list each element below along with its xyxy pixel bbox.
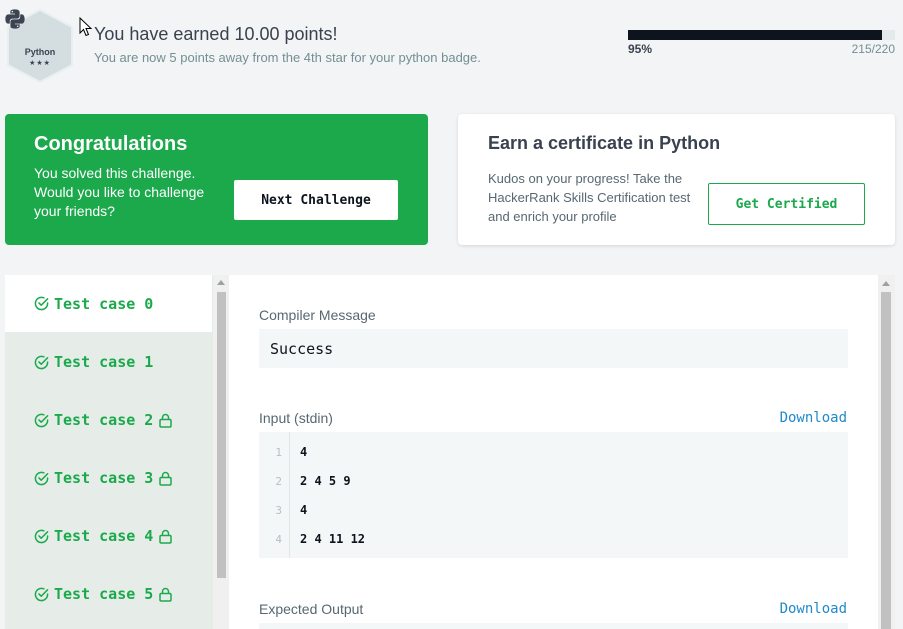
test-case-5-tab[interactable]: Test case 5 (5, 565, 212, 623)
test-case-1-tab[interactable]: Test case 1 (5, 333, 212, 391)
test-case-sidebar: Test case 0 Test case 1 Test case 2 Test… (5, 275, 229, 629)
test-case-label: Test case 5 (54, 585, 154, 603)
compiler-message-label: Compiler Message (259, 307, 376, 323)
test-case-label: Test case 3 (54, 469, 154, 487)
test-case-0-tab[interactable]: Test case 0 (5, 275, 212, 332)
input-line: 4 (300, 503, 308, 517)
lock-icon (159, 587, 173, 602)
test-result-panel: Compiler Message Success Input (stdin) D… (229, 275, 878, 629)
badge-progress-fill (628, 30, 882, 40)
next-challenge-button[interactable]: Next Challenge (234, 180, 398, 220)
mouse-cursor-icon (79, 17, 93, 37)
scroll-up-arrow-icon[interactable] (217, 280, 225, 285)
python-badge: Python ★★★ (4, 8, 76, 84)
test-case-label: Test case 1 (54, 353, 154, 371)
scroll-up-arrow-icon[interactable] (882, 281, 890, 286)
check-circle-icon (34, 587, 49, 601)
result-panel-scrollbar[interactable] (878, 275, 895, 629)
lock-icon (159, 529, 173, 544)
certificate-card: Earn a certificate in Python Kudos on yo… (458, 114, 895, 245)
test-case-4-tab[interactable]: Test case 4 (5, 507, 212, 565)
certificate-description: Kudos on your progress! Take the HackerR… (488, 171, 691, 224)
result-panel-scrollbar-thumb[interactable] (881, 292, 891, 629)
check-circle-icon (34, 471, 49, 485)
points-earned-title: You have earned 10.00 points! (94, 24, 338, 44)
compiler-message-box: Success (259, 329, 848, 368)
input-line: 2 4 11 12 (300, 532, 366, 546)
congratulations-title: Congratulations (34, 133, 188, 155)
check-circle-icon (34, 296, 49, 311)
line-number: 2 (275, 475, 282, 488)
input-label: Input (stdin) (259, 410, 333, 426)
expected-output-label: Expected Output (259, 601, 364, 617)
badge-stars: ★★★ (29, 60, 51, 67)
check-circle-icon (34, 355, 49, 369)
badge-name: Python (24, 47, 56, 57)
python-logo-icon (5, 9, 25, 29)
congratulations-card: Congratulations You solved this challeng… (5, 114, 428, 245)
badge-progress-bar (628, 30, 895, 40)
line-number: 3 (275, 504, 282, 517)
input-download-link[interactable]: Download (780, 410, 847, 426)
progress-count: 215/220 (851, 42, 895, 56)
certificate-title: Earn a certificate in Python (488, 133, 721, 153)
expected-output-download-link[interactable]: Download (780, 601, 847, 617)
get-certified-button[interactable]: Get Certified (708, 183, 865, 225)
expected-output-box (259, 623, 848, 629)
line-number: 4 (275, 533, 282, 546)
test-case-label: Test case 0 (54, 294, 154, 313)
progress-percent: 95% (628, 42, 653, 56)
sidebar-scrollbar[interactable] (213, 275, 229, 629)
congratulations-description: You solved this challenge. Would you lik… (34, 165, 205, 219)
points-earned-subtitle: You are now 5 points away from the 4th s… (94, 50, 481, 65)
test-case-3-tab[interactable]: Test case 3 (5, 449, 212, 507)
lock-icon (159, 471, 173, 486)
check-circle-icon (34, 529, 49, 543)
input-line: 4 (300, 445, 308, 459)
lock-icon (159, 413, 173, 428)
test-case-2-tab[interactable]: Test case 2 (5, 391, 212, 449)
sidebar-scrollbar-thumb[interactable] (217, 292, 226, 578)
line-number: 1 (275, 446, 282, 459)
input-line: 2 4 5 9 (300, 474, 351, 488)
input-code-box: 1 4 2 2 4 5 9 3 4 4 2 4 11 12 (259, 432, 848, 558)
check-circle-icon (34, 413, 49, 427)
test-case-label: Test case 2 (54, 411, 154, 429)
test-case-label: Test case 4 (54, 527, 154, 545)
